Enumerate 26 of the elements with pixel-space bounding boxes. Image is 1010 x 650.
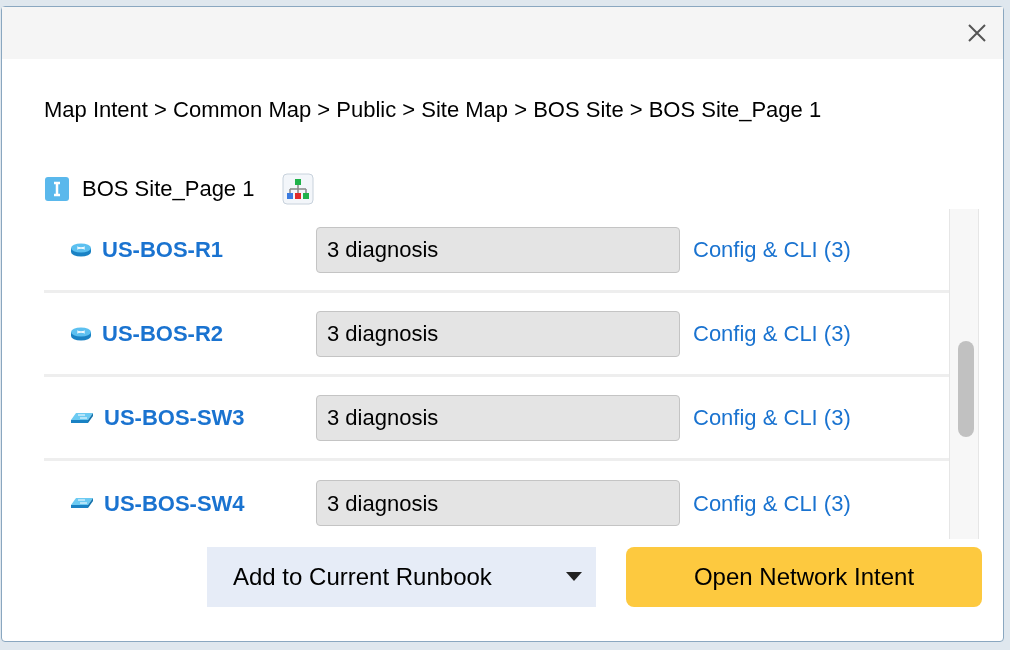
topology-icon[interactable] [282, 172, 315, 205]
config-cli-link[interactable]: Config & CLI (3) [693, 401, 851, 434]
scrollbar[interactable] [949, 209, 979, 539]
diagnosis-field[interactable]: 3 diagnosis [316, 226, 680, 273]
add-to-runbook-dropdown-button[interactable]: Add to Current Runbook [207, 547, 596, 607]
breadcrumb: Map Intent > Common Map > Public > Site Map > BOS Site > BOS Site_Page 1 [44, 96, 823, 124]
scrollbar-thumb[interactable] [958, 341, 974, 437]
page-icon [44, 175, 70, 202]
close-icon[interactable] [967, 23, 987, 43]
device-link[interactable]: US-BOS-R2 [102, 317, 223, 350]
config-cli-link[interactable]: Config & CLI (3) [693, 486, 851, 520]
caret-icon [566, 572, 582, 582]
device-link[interactable]: US-BOS-SW3 [104, 401, 245, 434]
device-link[interactable]: US-BOS-R1 [102, 233, 223, 266]
page-title: BOS Site_Page 1 [82, 175, 255, 203]
diagnosis-field[interactable]: 3 diagnosis [316, 480, 680, 526]
open-network-intent-button[interactable]: Open Network Intent [626, 547, 982, 607]
device-link[interactable]: US-BOS-SW4 [104, 486, 245, 520]
router-icon [70, 326, 92, 341]
diagnosis-field[interactable]: 3 diagnosis [316, 310, 680, 357]
diagnosis-field[interactable]: 3 diagnosis [316, 394, 680, 441]
config-cli-link[interactable]: Config & CLI (3) [693, 317, 851, 350]
switch-icon [70, 497, 94, 509]
router-icon [70, 242, 92, 257]
config-cli-link[interactable]: Config & CLI (3) [693, 233, 851, 266]
switch-icon [70, 411, 94, 424]
